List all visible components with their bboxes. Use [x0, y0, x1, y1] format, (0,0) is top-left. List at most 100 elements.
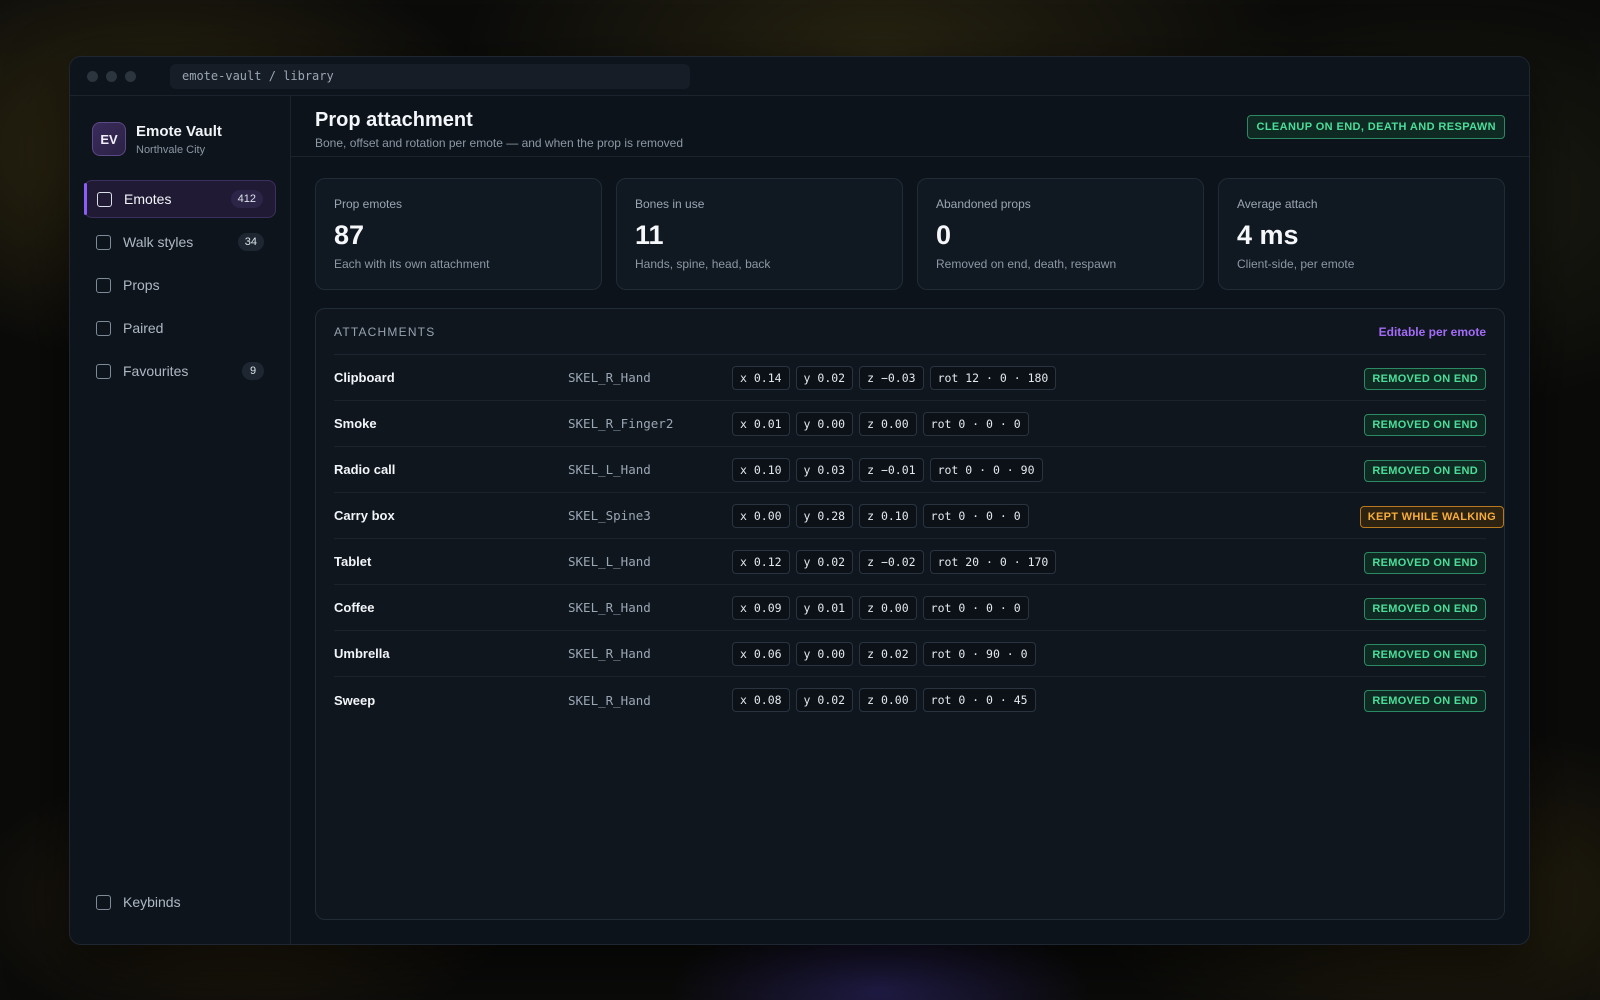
table-row[interactable]: Clipboard SKEL_R_Hand x 0.14 y 0.02 z −0.03 r…: [334, 355, 1486, 401]
stat-card-abandoned-props: Abandoned props 0 Removed on end, death,…: [917, 178, 1204, 290]
offset-chips: x 0.00 y 0.28 z 0.10 rot 0 · 0 · 0: [732, 503, 1029, 528]
y-offset-chip[interactable]: y 0.03: [795, 457, 854, 482]
count-badge: 412: [230, 190, 263, 208]
z-offset-chip[interactable]: z 0.00: [859, 688, 917, 712]
y-offset-chip[interactable]: y 0.02: [795, 549, 854, 574]
stat-value: 87: [334, 220, 365, 250]
sidebar-item-emotes[interactable]: Emotes 412: [84, 180, 276, 218]
table-row[interactable]: Umbrella SKEL_R_Hand x 0.06 y 0.00 z 0.02 rot…: [334, 631, 1486, 677]
x-offset-chip[interactable]: x 0.12: [732, 549, 790, 574]
y-offset-chip[interactable]: y 0.02: [795, 365, 854, 390]
stat-label: Abandoned props: [936, 197, 1031, 211]
editable-per-emote-link[interactable]: Editable per emote: [1379, 325, 1486, 339]
rotation-chip[interactable]: rot 0 · 0 · 90: [929, 457, 1043, 482]
table-row[interactable]: Radio call SKEL_L_Hand x 0.10 y 0.03 z −0.01…: [334, 447, 1486, 493]
stat-label: Bones in use: [635, 197, 705, 211]
checkbox-icon: [96, 277, 111, 293]
y-offset-chip[interactable]: y 0.28: [795, 503, 854, 528]
attachments-panel-header: ATTACHMENTS Editable per emote: [334, 309, 1486, 355]
table-row[interactable]: Sweep SKEL_R_Hand x 0.08 y 0.02 z 0.00 rot 0 …: [334, 677, 1486, 723]
rotation-chip[interactable]: rot 0 · 0 · 0: [922, 411, 1029, 436]
checkbox-icon: [96, 234, 111, 250]
offset-chips: x 0.01 y 0.00 z 0.00 rot 0 · 0 · 0: [732, 411, 1029, 436]
sidebar-item-props[interactable]: Props: [84, 266, 276, 304]
removal-status-badge: REMOVED ON END: [1364, 598, 1486, 620]
removal-status-badge: REMOVED ON END: [1364, 690, 1486, 712]
stat-value: 4 ms: [1237, 220, 1299, 250]
close-window-button[interactable]: [87, 70, 98, 82]
brand-name: Emote Vault: [136, 122, 222, 140]
removal-status-badge: REMOVED ON END: [1364, 552, 1486, 574]
stat-value: 0: [936, 220, 952, 250]
bone-name: SKEL_R_Hand: [568, 600, 651, 615]
rotation-chip[interactable]: rot 20 · 0 · 170: [929, 549, 1057, 574]
x-offset-chip[interactable]: x 0.01: [732, 411, 790, 436]
maximize-window-button[interactable]: [125, 70, 136, 82]
stats-row: Prop emotes 87 Each with its own attachm…: [291, 157, 1529, 290]
sidebar-item-label: Emotes: [124, 191, 172, 207]
prop-name: Carry box: [334, 508, 395, 523]
bone-name: SKEL_R_Finger2: [568, 416, 674, 431]
y-offset-chip[interactable]: y 0.00: [795, 641, 854, 666]
offset-chips: x 0.06 y 0.00 z 0.02 rot 0 · 90 · 0: [732, 641, 1036, 666]
offset-chips: x 0.09 y 0.01 z 0.00 rot 0 · 0 · 0: [732, 595, 1029, 620]
bone-name: SKEL_L_Hand: [568, 462, 651, 477]
bone-name: SKEL_Spine3: [568, 508, 651, 523]
sidebar-item-favourites[interactable]: Favourites 9: [84, 352, 276, 390]
title-bar: emote-vault / library: [70, 57, 1529, 96]
sidebar-item-walk-styles[interactable]: Walk styles 34: [84, 223, 276, 261]
x-offset-chip[interactable]: x 0.09: [732, 595, 790, 620]
bone-name: SKEL_R_Hand: [568, 692, 651, 708]
z-offset-chip[interactable]: z −0.02: [859, 549, 924, 574]
page-header: Prop attachment Bone, offset and rotatio…: [291, 96, 1529, 157]
stat-card-average-attach: Average attach 4 ms Client-side, per emo…: [1218, 178, 1505, 290]
removal-status-badge: REMOVED ON END: [1364, 460, 1486, 482]
y-offset-chip[interactable]: y 0.01: [795, 595, 854, 620]
rotation-chip[interactable]: rot 0 · 90 · 0: [922, 641, 1036, 666]
offset-chips: x 0.14 y 0.02 z −0.03 rot 12 · 0 · 180: [732, 365, 1057, 390]
z-offset-chip[interactable]: z 0.00: [859, 411, 917, 436]
y-offset-chip[interactable]: y 0.02: [795, 688, 854, 712]
x-offset-chip[interactable]: x 0.06: [732, 641, 790, 666]
main-content: Prop attachment Bone, offset and rotatio…: [291, 96, 1529, 944]
stat-card-bones-in-use: Bones in use 11 Hands, spine, head, back: [616, 178, 903, 290]
offset-chips: x 0.12 y 0.02 z −0.02 rot 20 · 0 · 170: [732, 549, 1057, 574]
z-offset-chip[interactable]: z 0.00: [859, 595, 917, 620]
prop-name: Smoke: [334, 416, 377, 431]
sidebar-item-keybinds[interactable]: Keybinds: [84, 883, 276, 921]
rotation-chip[interactable]: rot 0 · 0 · 45: [922, 688, 1036, 712]
stat-value: 11: [635, 220, 664, 250]
x-offset-chip[interactable]: x 0.10: [732, 457, 790, 482]
stat-note: Hands, spine, head, back: [635, 257, 771, 271]
rotation-chip[interactable]: rot 12 · 0 · 180: [929, 365, 1057, 390]
sidebar-item-label: Favourites: [123, 363, 189, 379]
x-offset-chip[interactable]: x 0.08: [732, 688, 790, 712]
sidebar-item-paired[interactable]: Paired: [84, 309, 276, 347]
sidebar: EV Emote Vault Northvale City Emotes 412…: [70, 96, 291, 944]
stat-label: Prop emotes: [334, 197, 403, 211]
z-offset-chip[interactable]: z −0.01: [859, 457, 924, 482]
table-row[interactable]: Smoke SKEL_R_Finger2 x 0.01 y 0.00 z 0.00 rot…: [334, 401, 1486, 447]
x-offset-chip[interactable]: x 0.14: [732, 365, 790, 390]
y-offset-chip[interactable]: y 0.00: [795, 411, 854, 436]
minimize-window-button[interactable]: [106, 70, 117, 82]
address-bar[interactable]: emote-vault / library: [170, 63, 690, 89]
table-row[interactable]: Tablet SKEL_L_Hand x 0.12 y 0.02 z −0.02 rot …: [334, 539, 1486, 585]
sidebar-item-label: Keybinds: [123, 894, 181, 910]
offset-chips: x 0.08 y 0.02 z 0.00 rot 0 · 0 · 45: [732, 688, 1036, 712]
brand-logo: EV: [92, 122, 126, 156]
table-row[interactable]: Carry box SKEL_Spine3 x 0.00 y 0.28 z 0.10 ro…: [334, 493, 1504, 539]
rotation-chip[interactable]: rot 0 · 0 · 0: [922, 595, 1029, 620]
x-offset-chip[interactable]: x 0.00: [732, 503, 790, 528]
table-row[interactable]: Coffee SKEL_R_Hand x 0.09 y 0.01 z 0.00 rot 0…: [334, 585, 1486, 631]
checkbox-icon: [96, 894, 111, 910]
prop-name: Sweep: [334, 692, 376, 708]
removal-status-badge: KEPT WHILE WALKING: [1359, 506, 1504, 528]
sidebar-nav: Emotes 412 Walk styles 34 Props Paired F…: [84, 180, 276, 390]
checkbox-icon: [96, 363, 111, 379]
rotation-chip[interactable]: rot 0 · 0 · 0: [922, 503, 1029, 528]
z-offset-chip[interactable]: z −0.03: [859, 365, 924, 390]
z-offset-chip[interactable]: z 0.02: [859, 641, 917, 666]
z-offset-chip[interactable]: z 0.10: [859, 503, 917, 528]
prop-name: Coffee: [334, 600, 375, 615]
